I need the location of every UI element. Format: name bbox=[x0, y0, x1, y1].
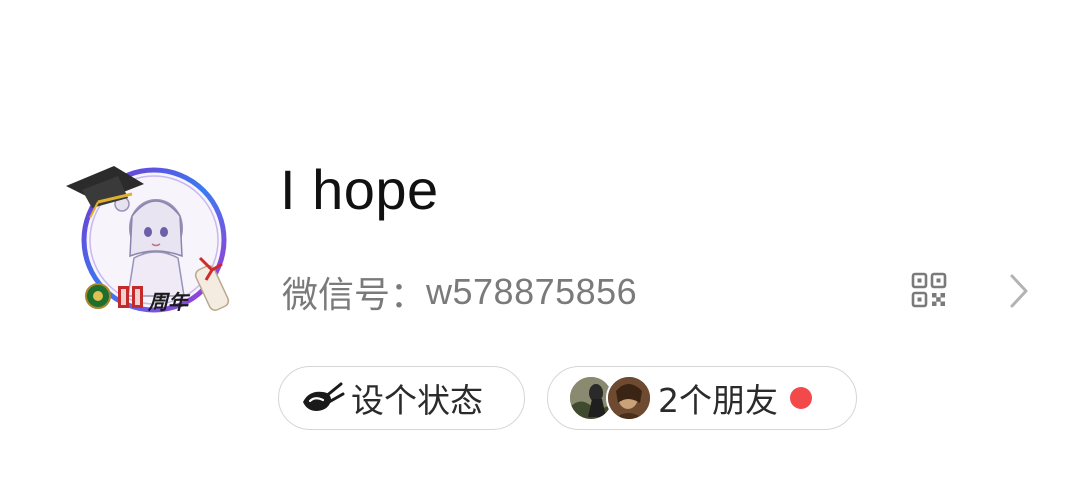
wechat-id-value: w578875856 bbox=[426, 271, 638, 312]
set-status-label: 设个状态 bbox=[351, 381, 483, 420]
friend-avatar bbox=[606, 375, 652, 421]
avatar-badge-text: 周年 bbox=[148, 290, 188, 314]
profile-avatar[interactable]: 周年 bbox=[62, 146, 240, 324]
wechat-id-label: 微信号： bbox=[282, 275, 427, 316]
set-status-button[interactable]: 设个状态 bbox=[278, 366, 525, 430]
profile-name: I hope bbox=[280, 158, 439, 221]
chevron-right-icon bbox=[1010, 274, 1028, 308]
qr-code-button[interactable] bbox=[910, 271, 948, 309]
notification-dot bbox=[790, 387, 812, 409]
friends-count-label: 2个朋友 bbox=[658, 381, 778, 420]
friends-status-button[interactable]: 2个朋友 bbox=[547, 366, 857, 430]
friend-avatars bbox=[568, 375, 652, 421]
status-brush-icon bbox=[303, 382, 345, 411]
profile-detail-chevron[interactable] bbox=[1002, 272, 1036, 310]
qr-code-icon bbox=[911, 272, 947, 308]
wechat-id-row[interactable]: 微信号： w578875856 bbox=[282, 266, 637, 318]
